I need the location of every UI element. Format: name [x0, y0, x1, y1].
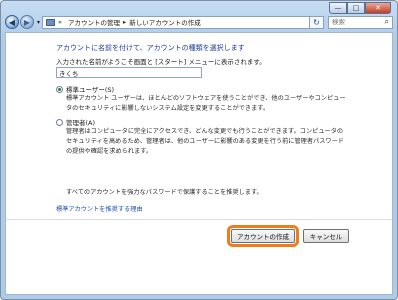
address-prefix: « — [58, 18, 62, 26]
close-button[interactable]: ✕ — [365, 2, 391, 14]
divider — [6, 219, 392, 220]
recent-pages-dropdown-icon[interactable]: ▾ — [37, 19, 40, 26]
back-arrow-icon: ◀ — [8, 17, 16, 27]
standard-user-radio[interactable] — [56, 85, 63, 93]
administrator-label: 管理者(A) — [66, 119, 96, 127]
name-prompt: 入力された名前がようこそ画面と [スタート] メニューに表示されます。 — [56, 58, 266, 66]
breadcrumb-separator-icon[interactable]: ▸ — [123, 18, 126, 26]
minimize-button[interactable]: — — [329, 2, 347, 14]
standard-user-description: 標準アカウント ユーザーは、ほとんどのソフトウェアを使うことができ、他のユーザー… — [66, 95, 346, 112]
app-window: — □ ✕ ◀ ▶ ▾ « アカウントの管理 ▸ 新しいアカウントの作成 ↻ ⌕… — [0, 0, 398, 300]
administrator-description: 管理者はコンピュータに完全にアクセスでき、どんな変更でも行うことができます。コン… — [66, 128, 344, 155]
breadcrumb-account-management[interactable]: アカウントの管理 — [68, 17, 120, 27]
refresh-button[interactable]: ↻ — [310, 15, 325, 29]
navigation-bar: ◀ ▶ ▾ « アカウントの管理 ▸ 新しいアカウントの作成 ↻ ⌕ — [5, 14, 393, 30]
administrator-option[interactable]: 管理者(A) — [56, 117, 95, 127]
account-name-input[interactable] — [56, 67, 202, 78]
search-icon[interactable]: ⌕ — [385, 17, 389, 27]
window-controls: — □ ✕ — [329, 2, 391, 14]
standard-user-label: 標準ユーザー(S) — [66, 86, 115, 94]
administrator-radio[interactable] — [56, 118, 63, 126]
breadcrumb-new-account[interactable]: 新しいアカウントの作成 — [129, 17, 201, 27]
forward-button[interactable]: ▶ — [20, 15, 34, 29]
cancel-button[interactable]: キャンセル — [303, 229, 349, 243]
page-title: アカウントに名前を付けて、アカウントの種類を選択します — [56, 44, 245, 52]
password-recommendation: すべてのアカウントを強力なパスワードで保護することを推奨します。 — [66, 189, 263, 196]
control-panel-icon — [46, 18, 56, 26]
refresh-icon: ↻ — [313, 17, 320, 27]
main-content: アカウントに名前を付けて、アカウントの種類を選択します 入力された名前がようこそ… — [5, 32, 393, 295]
address-bar[interactable]: « アカウントの管理 ▸ 新しいアカウントの作成 — [42, 15, 311, 29]
forward-arrow-icon: ▶ — [23, 17, 31, 27]
search-input[interactable] — [332, 18, 383, 26]
search-field[interactable]: ⌕ — [328, 15, 393, 29]
why-standard-account-link[interactable]: 標準アカウントを推奨する理由 — [56, 204, 143, 213]
back-button[interactable]: ◀ — [5, 15, 19, 29]
maximize-button[interactable]: □ — [347, 2, 365, 14]
standard-user-option[interactable]: 標準ユーザー(S) — [56, 84, 114, 94]
create-account-button[interactable]: アカウントの作成 — [227, 225, 299, 247]
